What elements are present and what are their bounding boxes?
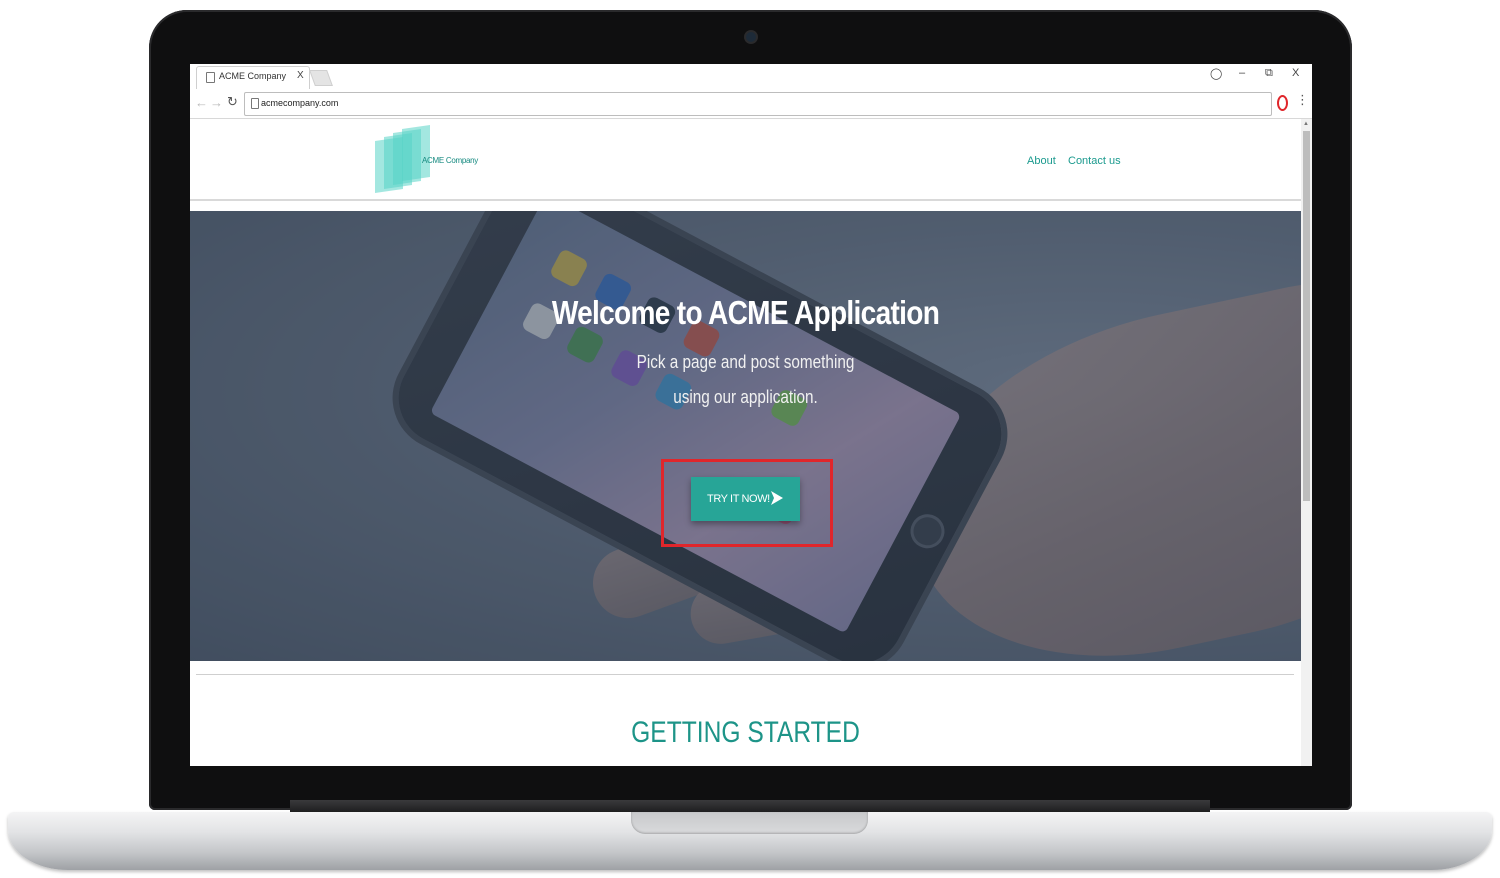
page-icon <box>206 72 215 83</box>
close-window-button[interactable]: X <box>1292 67 1299 79</box>
send-arrow-icon <box>771 491 783 505</box>
opera-icon[interactable] <box>1277 95 1288 111</box>
browser-toolbar: ← → ↻ acmecompany.com ⋮ <box>190 89 1312 119</box>
screen: ACME Company X ◯ – ⧉ X ← → ↻ acmecompany… <box>190 64 1312 766</box>
restore-button[interactable]: ⧉ <box>1265 67 1273 80</box>
nav-about-link[interactable]: About <box>1027 155 1056 167</box>
try-it-now-label: TRY IT NOW! <box>707 493 770 505</box>
site-header: ACME Company About Contact us <box>190 119 1301 201</box>
tab-title: ACME Company <box>219 71 287 81</box>
menu-kebab-icon[interactable]: ⋮ <box>1296 93 1309 106</box>
minimize-button[interactable]: – <box>1239 67 1245 79</box>
hero-overlay <box>190 211 1301 661</box>
acme-logo[interactable] <box>375 125 430 193</box>
profile-icon[interactable]: ◯ <box>1210 67 1222 80</box>
address-bar[interactable]: acmecompany.com <box>244 92 1272 116</box>
tab-close-button[interactable]: X <box>297 70 304 81</box>
browser-tab[interactable]: ACME Company X <box>196 66 310 89</box>
forward-icon[interactable]: → <box>210 95 223 110</box>
new-tab-button[interactable] <box>309 70 333 86</box>
hero-subtitle-line1: Pick a page and post something <box>636 352 855 372</box>
url-text: acmecompany.com <box>261 98 339 108</box>
hero-title: Welcome to ACME Application <box>551 294 940 331</box>
try-it-now-button[interactable]: TRY IT NOW! <box>691 477 800 521</box>
nav-contact-link[interactable]: Contact us <box>1068 155 1121 167</box>
camera-icon <box>746 32 756 42</box>
scrollbar-thumb[interactable] <box>1303 131 1310 501</box>
hero-subtitle-line2: using our application. <box>673 387 818 407</box>
laptop-notch <box>631 812 868 834</box>
scroll-up-icon[interactable]: ▲ <box>1303 121 1309 127</box>
logo-text[interactable]: ACME Company <box>422 156 478 165</box>
reload-icon[interactable]: ↻ <box>227 94 238 110</box>
back-icon[interactable]: ← <box>195 95 208 110</box>
section-divider <box>196 674 1294 675</box>
getting-started-heading: GETTING STARTED <box>631 716 860 749</box>
scrollbar[interactable]: ▲ <box>1301 119 1312 766</box>
hero-section: Welcome to ACME Application Pick a page … <box>190 211 1301 661</box>
tab-bar: ACME Company X ◯ – ⧉ X <box>190 64 1312 89</box>
page-icon <box>251 98 259 109</box>
